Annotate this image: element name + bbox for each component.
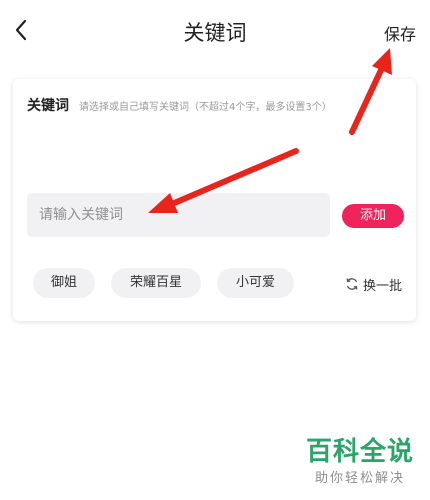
keyword-hint: 请选择或自己填写关键词（不超过4个字，最多设置3个） — [79, 102, 332, 113]
suggestion-chip-2[interactable]: 荣耀百星 — [111, 268, 201, 298]
suggestion-chip-1[interactable]: 御姐 — [33, 268, 95, 298]
watermark-main: 百科全说 — [305, 437, 414, 467]
refresh-button[interactable]: 换一批 — [345, 273, 402, 295]
save-button[interactable]: 保存 — [384, 21, 416, 45]
keyword-label: 关键词 — [27, 98, 69, 114]
add-button[interactable]: 添加 — [342, 204, 404, 228]
refresh-label: 换一批 — [363, 278, 403, 294]
refresh-icon — [346, 278, 358, 290]
keyword-card: 关键词 请选择或自己填写关键词（不超过4个字，最多设置3个） 添加 御姐 荣耀百… — [13, 79, 416, 321]
suggestion-chip-3[interactable]: 小可爱 — [217, 268, 294, 298]
top-bar: 关键词 保存 — [0, 0, 430, 62]
keyword-input[interactable] — [27, 193, 330, 237]
watermark: 百科全说 助你轻松解决 — [302, 437, 418, 486]
page-title: 关键词 — [183, 21, 247, 45]
watermark-sub: 助你轻松解决 — [314, 471, 405, 486]
keyword-input-box — [27, 193, 330, 237]
